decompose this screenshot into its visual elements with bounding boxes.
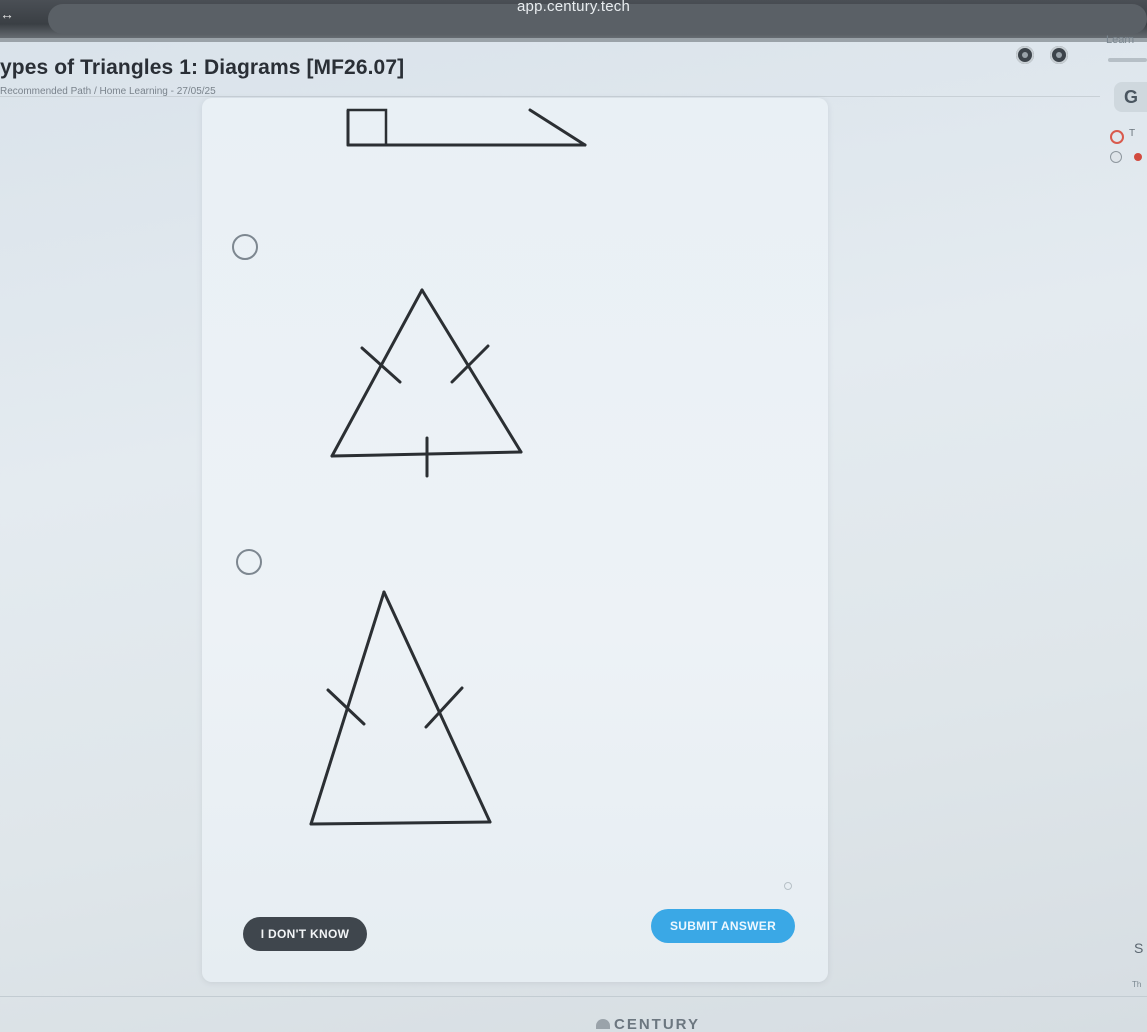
- century-logo-text: CENTURY: [614, 1016, 700, 1032]
- browser-bar: ↔ app.century.tech: [0, 0, 1147, 42]
- side-panel-avatar-icon[interactable]: G: [1114, 82, 1147, 112]
- option-c-right-side: [382, 590, 492, 824]
- side-panel-ring-label: T: [1129, 128, 1136, 139]
- hint-icon[interactable]: [1016, 46, 1034, 64]
- option-a-hypotenuse: [528, 108, 587, 147]
- side-panel-learn-label: Learn: [1106, 34, 1135, 46]
- side-panel-red-dot-icon: [1134, 153, 1142, 161]
- option-b-diagram[interactable]: [320, 280, 535, 485]
- option-b-right-tick: [450, 344, 490, 384]
- side-panel-ring-icon[interactable]: [1110, 130, 1124, 144]
- century-logo: CENTURY: [596, 1016, 700, 1032]
- option-b-left-tick: [360, 346, 402, 384]
- option-a-diagram[interactable]: [340, 104, 600, 154]
- header-divider: [0, 96, 1100, 97]
- side-panel-subtitle: [1108, 58, 1147, 62]
- option-c-diagram[interactable]: [300, 582, 500, 832]
- dont-know-button[interactable]: I DON'T KNOW: [243, 917, 367, 951]
- side-panel-text-fragment: S: [1134, 940, 1144, 956]
- side-panel-small-text-fragment: Th: [1132, 980, 1142, 989]
- option-c-base: [309, 820, 492, 826]
- option-c-left-tick: [326, 688, 366, 726]
- address-text: app.century.tech: [517, 0, 630, 15]
- page-title: ypes of Triangles 1: Diagrams [MF26.07]: [0, 56, 405, 79]
- option-a-right-angle-mark: [346, 108, 388, 147]
- century-logo-icon: [596, 1019, 610, 1029]
- submit-answer-button[interactable]: SUBMIT ANSWER: [651, 909, 795, 943]
- browser-bar-divider: [0, 38, 1147, 42]
- option-b-radio[interactable]: [232, 234, 258, 260]
- option-b-left-side: [330, 288, 424, 458]
- option-c-radio[interactable]: [236, 549, 262, 575]
- option-b-right-side: [420, 288, 523, 454]
- card-corner-icon: [784, 882, 792, 890]
- footer-divider: [0, 996, 1147, 997]
- side-panel-dot-icon[interactable]: [1110, 151, 1122, 163]
- info-icon[interactable]: [1050, 46, 1068, 64]
- question-card: [202, 98, 828, 982]
